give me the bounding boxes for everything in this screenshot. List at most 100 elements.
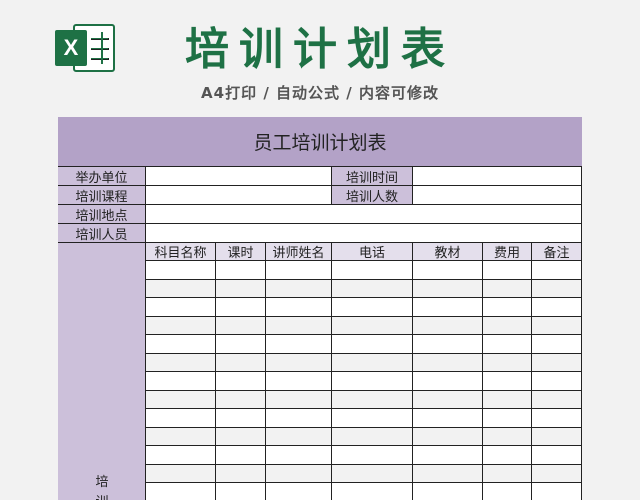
table-cell[interactable] [332,261,413,280]
table-cell[interactable] [532,409,582,428]
column-header: 电话 [332,243,413,261]
table-cell[interactable] [483,316,532,335]
table-cell[interactable] [413,353,483,372]
table-cell[interactable] [413,446,483,465]
table-cell[interactable] [483,483,532,500]
table-cell[interactable] [216,353,266,372]
table-cell[interactable] [266,316,332,335]
table-cell[interactable] [483,279,532,298]
table-cell[interactable] [146,261,216,280]
table-cell[interactable] [146,483,216,500]
table-cell[interactable] [332,427,413,446]
table-cell[interactable] [266,261,332,280]
table-cell[interactable] [483,390,532,409]
table-cell[interactable] [146,372,216,391]
table-cell[interactable] [413,372,483,391]
table-cell[interactable] [146,353,216,372]
table-cell[interactable] [266,353,332,372]
table-cell[interactable] [483,446,532,465]
location-field[interactable] [146,205,582,224]
table-cell[interactable] [532,316,582,335]
table-cell[interactable] [413,261,483,280]
table-cell[interactable] [413,409,483,428]
table-cell[interactable] [532,446,582,465]
table-cell[interactable] [146,409,216,428]
table-cell[interactable] [266,409,332,428]
table-cell[interactable] [413,427,483,446]
table-cell[interactable] [332,464,413,483]
table-cell[interactable] [483,353,532,372]
table-cell[interactable] [532,298,582,317]
table-cell[interactable] [413,279,483,298]
table-cell[interactable] [266,483,332,500]
table-cell[interactable] [413,335,483,354]
table-cell[interactable] [216,483,266,500]
table-cell[interactable] [146,427,216,446]
table-cell[interactable] [216,316,266,335]
table-cell[interactable] [216,261,266,280]
table-cell[interactable] [266,335,332,354]
table-cell[interactable] [266,446,332,465]
table-cell[interactable] [483,427,532,446]
table-cell[interactable] [532,483,582,500]
table-cell[interactable] [332,446,413,465]
table-cell[interactable] [146,390,216,409]
table-cell[interactable] [483,464,532,483]
table-cell[interactable] [266,427,332,446]
table-cell[interactable] [146,335,216,354]
table-cell[interactable] [332,372,413,391]
table-cell[interactable] [332,390,413,409]
table-cell[interactable] [483,261,532,280]
table-cell[interactable] [216,427,266,446]
table-cell[interactable] [413,298,483,317]
table-cell[interactable] [332,298,413,317]
table-cell[interactable] [266,464,332,483]
table-cell[interactable] [266,390,332,409]
count-field[interactable] [413,186,582,205]
table-cell[interactable] [532,279,582,298]
table-cell[interactable] [413,316,483,335]
table-cell[interactable] [532,372,582,391]
side-label-char: 培 [95,475,109,490]
table-cell[interactable] [332,279,413,298]
table-cell[interactable] [216,464,266,483]
table-cell[interactable] [216,390,266,409]
table-cell[interactable] [216,446,266,465]
table-cell[interactable] [532,464,582,483]
table-cell[interactable] [266,298,332,317]
table-cell[interactable] [216,298,266,317]
table-cell[interactable] [146,316,216,335]
table-cell[interactable] [483,298,532,317]
table-cell[interactable] [483,372,532,391]
table-cell[interactable] [413,390,483,409]
table-cell[interactable] [216,409,266,428]
column-header: 教材 [413,243,483,261]
table-cell[interactable] [532,261,582,280]
table-cell[interactable] [413,483,483,500]
table-cell[interactable] [483,409,532,428]
table-cell[interactable] [532,390,582,409]
table-cell[interactable] [332,483,413,500]
table-cell[interactable] [332,353,413,372]
table-cell[interactable] [146,298,216,317]
table-cell[interactable] [483,335,532,354]
staff-field[interactable] [146,224,582,243]
table-cell[interactable] [266,279,332,298]
table-cell[interactable] [332,316,413,335]
table-cell[interactable] [532,353,582,372]
table-cell[interactable] [146,446,216,465]
table-cell[interactable] [532,427,582,446]
table-cell[interactable] [146,464,216,483]
time-field[interactable] [413,167,582,186]
organizer-field[interactable] [146,167,332,186]
table-cell[interactable] [332,409,413,428]
table-cell[interactable] [413,464,483,483]
course-field[interactable] [146,186,332,205]
table-cell[interactable] [332,335,413,354]
table-cell[interactable] [532,335,582,354]
table-cell[interactable] [216,279,266,298]
table-cell[interactable] [216,372,266,391]
table-cell[interactable] [216,335,266,354]
table-cell[interactable] [266,372,332,391]
table-cell[interactable] [146,279,216,298]
